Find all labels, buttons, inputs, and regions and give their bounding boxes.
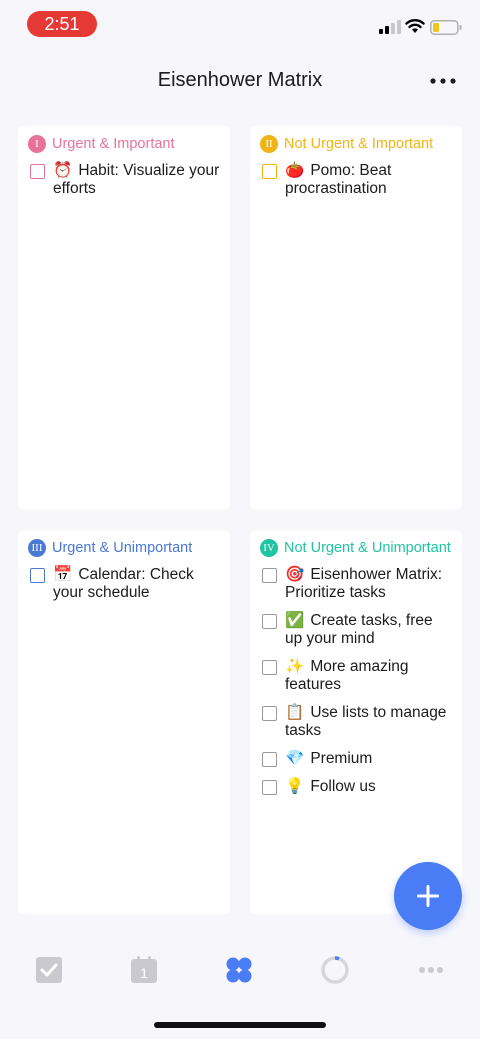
light-bulb-icon: 💡 <box>285 778 305 795</box>
quadrant-not-urgent-unimportant[interactable]: IV Not Urgent & Unimportant 🎯 Eisenhower … <box>250 530 462 914</box>
bottom-tab-bar: 1 <box>0 945 480 1000</box>
quadrant-urgent-unimportant[interactable]: III Urgent & Unimportant 📅 Calendar: Chec… <box>18 530 230 914</box>
tomato-icon: 🍅 <box>285 162 305 179</box>
task-checkbox[interactable] <box>262 164 277 179</box>
more-options-button[interactable] <box>428 70 458 92</box>
cellular-signal-icon <box>379 20 401 34</box>
quadrant-header: I Urgent & Important <box>28 134 222 154</box>
check-mark-icon: ✅ <box>285 612 305 629</box>
task-title: Calendar: Check your schedule <box>53 566 194 601</box>
quadrant-title[interactable]: Urgent & Unimportant <box>52 540 192 556</box>
gem-icon: 💎 <box>285 750 305 767</box>
task-title: Follow us <box>310 778 376 795</box>
target-icon: 🎯 <box>285 566 305 583</box>
tab-matrix-icon[interactable] <box>224 955 254 985</box>
add-task-button[interactable] <box>394 862 462 930</box>
task-label[interactable]: 🍅 Pomo: Beat procrastination <box>285 162 454 198</box>
task-checkbox[interactable] <box>262 752 277 767</box>
task-checkbox[interactable] <box>30 164 45 179</box>
task-item[interactable]: ✨ More amazing features <box>262 658 454 694</box>
task-checkbox[interactable] <box>262 568 277 583</box>
task-label[interactable]: 🎯 Eisenhower Matrix: Prioritize tasks <box>285 566 454 602</box>
page-title: Eisenhower Matrix <box>157 69 323 91</box>
task-checkbox[interactable] <box>262 660 277 675</box>
task-checkbox[interactable] <box>30 568 45 583</box>
quadrant-number-badge: II <box>260 135 278 153</box>
task-item[interactable]: 🍅 Pomo: Beat procrastination <box>262 162 454 198</box>
task-item[interactable]: 💡 Follow us <box>262 778 454 796</box>
quadrant-urgent-important[interactable]: I Urgent & Important ⏰ Habit: Visualize y… <box>18 126 230 510</box>
wifi-icon <box>405 19 425 33</box>
task-item[interactable]: ⏰ Habit: Visualize your efforts <box>30 162 222 198</box>
clipboard-icon: 📋 <box>285 704 305 721</box>
status-time: 2:51 <box>27 11 97 37</box>
task-label[interactable]: ✅ Create tasks, free up your mind <box>285 612 454 648</box>
quadrant-header: III Urgent & Unimportant <box>28 538 222 558</box>
tab-pomodoro-icon[interactable] <box>320 955 350 985</box>
task-label[interactable]: 📅 Calendar: Check your schedule <box>53 566 222 602</box>
task-list: 📅 Calendar: Check your schedule <box>30 566 222 612</box>
quadrant-number-badge: I <box>28 135 46 153</box>
quadrant-title[interactable]: Urgent & Important <box>52 136 175 152</box>
plus-icon <box>417 885 439 907</box>
tab-calendar-icon[interactable]: 1 <box>129 955 159 985</box>
alarm-clock-icon: ⏰ <box>53 162 73 179</box>
quadrant-title[interactable]: Not Urgent & Important <box>284 136 433 152</box>
quadrant-number-badge: IV <box>260 539 278 557</box>
task-label[interactable]: 💎 Premium <box>285 750 372 768</box>
tab-more-icon[interactable] <box>416 955 446 985</box>
task-title: Eisenhower Matrix: Prioritize tasks <box>285 566 443 601</box>
task-title: Use lists to manage tasks <box>285 704 447 739</box>
task-item[interactable]: 💎 Premium <box>262 750 454 768</box>
task-item[interactable]: ✅ Create tasks, free up your mind <box>262 612 454 648</box>
task-checkbox[interactable] <box>262 614 277 629</box>
task-list: 🍅 Pomo: Beat procrastination <box>262 162 454 208</box>
task-list: 🎯 Eisenhower Matrix: Prioritize tasks ✅ Cr… <box>262 566 454 806</box>
sparkles-icon: ✨ <box>285 658 305 675</box>
status-bar: 2:51 <box>0 0 480 50</box>
task-list: ⏰ Habit: Visualize your efforts <box>30 162 222 208</box>
calendar-day-number: 1 <box>140 965 148 981</box>
home-indicator[interactable] <box>154 1022 326 1028</box>
quadrant-header: IV Not Urgent & Unimportant <box>260 538 454 558</box>
task-label[interactable]: 📋 Use lists to manage tasks <box>285 704 454 740</box>
task-title: Habit: Visualize your efforts <box>53 162 220 197</box>
calendar-icon: 📅 <box>53 566 73 583</box>
quadrant-header: II Not Urgent & Important <box>260 134 454 154</box>
battery-icon <box>430 20 462 35</box>
tab-tasks-checkmark-icon[interactable] <box>34 955 64 985</box>
task-title: Create tasks, free up your mind <box>285 612 433 647</box>
task-checkbox[interactable] <box>262 706 277 721</box>
header: Eisenhower Matrix <box>0 60 480 104</box>
quadrant-number-badge: III <box>28 539 46 557</box>
task-label[interactable]: ✨ More amazing features <box>285 658 454 694</box>
task-label[interactable]: ⏰ Habit: Visualize your efforts <box>53 162 222 198</box>
task-item[interactable]: 📋 Use lists to manage tasks <box>262 704 454 740</box>
quadrant-title[interactable]: Not Urgent & Unimportant <box>284 540 451 556</box>
task-item[interactable]: 📅 Calendar: Check your schedule <box>30 566 222 602</box>
task-title: Premium <box>310 750 373 767</box>
quadrant-not-urgent-important[interactable]: II Not Urgent & Important 🍅 Pomo: Beat pr… <box>250 126 462 510</box>
task-item[interactable]: 🎯 Eisenhower Matrix: Prioritize tasks <box>262 566 454 602</box>
task-label[interactable]: 💡 Follow us <box>285 778 376 796</box>
task-checkbox[interactable] <box>262 780 277 795</box>
